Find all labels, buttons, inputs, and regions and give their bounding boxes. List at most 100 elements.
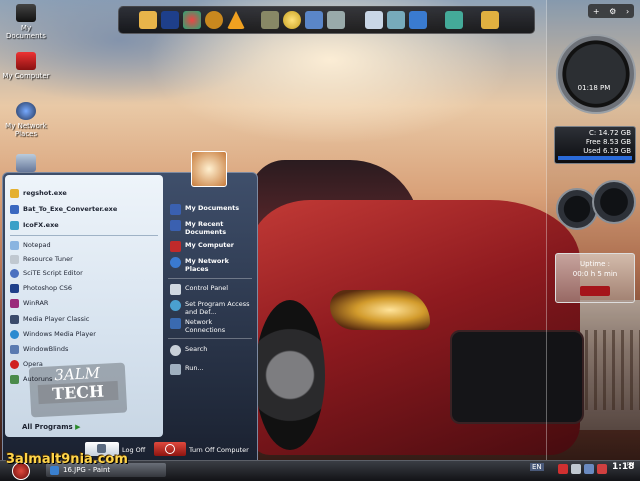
memory-gauge[interactable] [592, 180, 636, 224]
user-avatar[interactable] [191, 151, 227, 187]
right-item-run[interactable]: Run... [170, 364, 204, 375]
menu-separator [10, 235, 158, 236]
network-icon[interactable] [445, 11, 463, 29]
right-item-my-computer[interactable]: My Computer [170, 241, 234, 252]
opera-icon [10, 359, 19, 369]
photoshop-icon [10, 283, 19, 293]
right-item-label: My Recent Documents [185, 220, 227, 236]
all-programs-button[interactable]: All Programs ▶ [22, 423, 81, 431]
scite-icon [10, 268, 19, 278]
power-button[interactable] [580, 286, 610, 296]
recycle-bin-icon [16, 154, 36, 172]
cd-icon[interactable] [283, 11, 301, 29]
recent-item[interactable]: Resource Tuner [10, 253, 73, 265]
network-tray-icon[interactable] [584, 464, 594, 474]
network-icon [170, 257, 181, 268]
converter-icon [10, 204, 19, 214]
recent-item[interactable]: Photoshop CS6 [10, 282, 72, 294]
desktop-icon-my-network-places[interactable]: My Network Places [0, 102, 52, 138]
top-dock [118, 6, 535, 34]
right-item-search[interactable]: Search [170, 345, 207, 356]
control-panel-icon [170, 284, 181, 295]
right-item-label: Control Panel [185, 284, 229, 292]
uptime-label: Uptime : [580, 260, 610, 268]
media-player-classic-icon [10, 314, 19, 324]
right-item-my-recent-documents[interactable]: My Recent Documents [170, 220, 245, 236]
desktop-icon-label: My Computer [2, 72, 50, 80]
drive-letter: C: [589, 129, 597, 137]
all-programs-label: All Programs [22, 423, 73, 431]
photo-viewer-icon[interactable] [305, 11, 323, 29]
desktop-icon-recycle-bin[interactable] [0, 154, 52, 174]
recent-item[interactable]: WindowBlinds [10, 343, 68, 355]
paint-icon[interactable] [183, 11, 201, 29]
right-item-label: My Network Places [185, 257, 229, 273]
add-gadget-icon[interactable]: + [593, 7, 600, 16]
images-icon[interactable] [387, 11, 405, 29]
drive-total: C: 14.72 GB [589, 129, 631, 137]
network-icon [16, 102, 36, 120]
pinned-item[interactable]: IcoFX.exe [10, 219, 59, 231]
desktop-icon-my-computer[interactable]: My Computer [0, 52, 52, 80]
autoruns-icon [10, 374, 19, 384]
right-item-network-connections[interactable]: Network Connections [170, 318, 237, 334]
right-item-label: My Documents [185, 204, 240, 212]
drive-used: Used 6.19 GB [583, 147, 631, 155]
right-item-label: My Computer [185, 241, 234, 249]
uptime-value: 00:0 h 5 min [572, 270, 618, 278]
security-tray-icon[interactable] [558, 464, 568, 474]
utilities-icon[interactable] [481, 11, 499, 29]
settings-icon[interactable] [327, 11, 345, 29]
folder-icon [16, 4, 36, 22]
right-item-control-panel[interactable]: Control Panel [170, 284, 228, 295]
right-item-label: Set Program Access and Def... [185, 300, 250, 316]
recent-item[interactable]: Media Player Classic [10, 313, 89, 325]
clock-gadget-time: 01:18 PM [577, 84, 611, 92]
recent-item-label: Resource Tuner [23, 255, 73, 263]
site-watermark: 3almalt9nia.com [6, 452, 128, 467]
photoshop-icon[interactable] [161, 11, 179, 29]
recent-item[interactable]: Windows Media Player [10, 328, 96, 340]
recent-item-label: SciTE Script Editor [23, 269, 83, 277]
recent-item[interactable]: SciTE Script Editor [10, 267, 83, 279]
taskbar-item-label: 16.JPG - Paint [63, 466, 111, 474]
right-item-my-documents[interactable]: My Documents [170, 204, 239, 215]
7zip-icon[interactable] [139, 11, 157, 29]
desktop-icon-my-documents[interactable]: My Documents [0, 4, 52, 40]
monitor-icon[interactable] [409, 11, 427, 29]
resource-tuner-icon [10, 254, 19, 264]
right-item-label: Search [185, 345, 208, 353]
recent-item[interactable]: WinRAR [10, 297, 48, 309]
search-icon [170, 345, 181, 356]
vlc-icon[interactable] [227, 11, 245, 29]
turn-off-button[interactable] [154, 442, 186, 456]
wallpaper-car-wheel [255, 300, 325, 450]
document-icon[interactable] [365, 11, 383, 29]
tools-icon[interactable] [261, 11, 279, 29]
windows-media-player-icon [10, 329, 19, 339]
uptime-gadget[interactable]: Uptime : 00:0 h 5 min [555, 253, 635, 303]
drive-free-label: Free [585, 138, 601, 146]
tech-logo: 3ALM TECH [28, 362, 128, 418]
gear-icon[interactable]: ⚙ [609, 7, 616, 16]
cpu-gauge[interactable] [556, 188, 598, 230]
recent-item[interactable]: Notepad [10, 239, 51, 251]
turn-off-label[interactable]: Turn Off Computer [189, 446, 249, 454]
drive-gadget[interactable]: C: 14.72 GB Free 8.53 GB Used 6.19 GB [554, 126, 636, 164]
right-item-set-program-access[interactable]: Set Program Access and Def... [170, 300, 251, 316]
run-icon [170, 364, 181, 375]
computer-icon [16, 52, 36, 70]
volume-tray-icon[interactable] [571, 464, 581, 474]
right-item-my-network-places[interactable]: My Network Places [170, 257, 245, 273]
drive-used-value: 6.19 GB [602, 147, 631, 155]
chevron-right-icon[interactable]: › [626, 7, 629, 16]
clock-gadget[interactable] [556, 34, 636, 114]
program-access-icon [170, 300, 181, 311]
language-indicator[interactable]: EN [530, 463, 544, 471]
app-tray-icon[interactable] [597, 464, 607, 474]
desktop-icon-label: My Network Places [5, 122, 47, 138]
computer-icon [170, 241, 181, 252]
pinned-item[interactable]: regshot.exe [10, 187, 67, 199]
winrar-icon[interactable] [205, 11, 223, 29]
pinned-item[interactable]: Bat_To_Exe_Converter.exe [10, 203, 117, 215]
